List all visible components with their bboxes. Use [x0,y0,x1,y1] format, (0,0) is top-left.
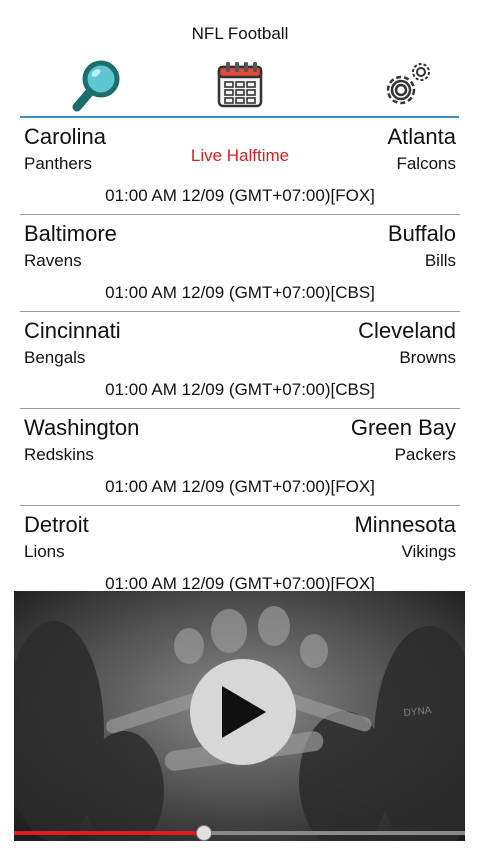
game-row[interactable]: Baltimore Ravens Buffalo Bills 01:00 AM … [20,215,460,312]
game-time: 01:00 AM 12/09 (GMT+07:00)[FOX] [105,477,375,496]
away-team-name: Vikings [401,542,457,561]
settings-button[interactable] [378,56,438,114]
home-team-city: Detroit [24,512,89,537]
video-player[interactable]: DYNA [14,591,465,841]
away-team-name: Browns [399,348,456,367]
home-team-name: Bengals [24,348,86,367]
calendar-icon [217,62,263,108]
game-row[interactable]: Detroit Lions Minnesota Vikings 01:00 AM… [20,506,460,602]
toolbar [0,56,480,114]
game-time: 01:00 AM 12/09 (GMT+07:00)[FOX] [105,186,375,205]
game-row[interactable]: Cincinnati Bengals Cleveland Browns 01:0… [20,312,460,409]
page-title: NFL Football [191,24,289,43]
home-team-city: Cincinnati [24,318,121,343]
home-team-name: Lions [24,542,65,561]
play-button[interactable] [190,659,296,765]
video-progress-fill [14,831,204,835]
search-button[interactable] [67,56,127,114]
app-root: NFL Football Carolina Panthers Live Half… [0,0,480,853]
calendar-button[interactable] [210,56,270,114]
game-row[interactable]: Carolina Panthers Live Halftime Atlanta … [20,118,460,215]
home-team-name: Ravens [24,251,82,270]
home-team-city: Washington [24,415,140,440]
away-team-city: Minnesota [354,512,456,537]
gear-icon [386,63,430,105]
away-team-city: Green Bay [350,415,456,440]
away-team-name: Packers [394,445,456,464]
home-team-city: Baltimore [24,221,117,246]
away-team-name: Bills [424,251,456,270]
games-list: Carolina Panthers Live Halftime Atlanta … [0,118,480,602]
search-icon [72,60,120,112]
away-team-city: Cleveland [358,318,456,343]
game-time: 01:00 AM 12/09 (GMT+07:00)[CBS] [105,283,375,302]
play-icon [222,686,266,738]
game-row[interactable]: Washington Redskins Green Bay Packers 01… [20,409,460,506]
away-team-city: Buffalo [387,221,456,246]
away-team-name: Falcons [396,154,456,173]
game-time: 01:00 AM 12/09 (GMT+07:00)[CBS] [105,380,375,399]
home-team-name: Redskins [24,445,94,464]
video-progress-bar[interactable] [14,831,465,835]
away-team-city: Atlanta [387,124,457,149]
